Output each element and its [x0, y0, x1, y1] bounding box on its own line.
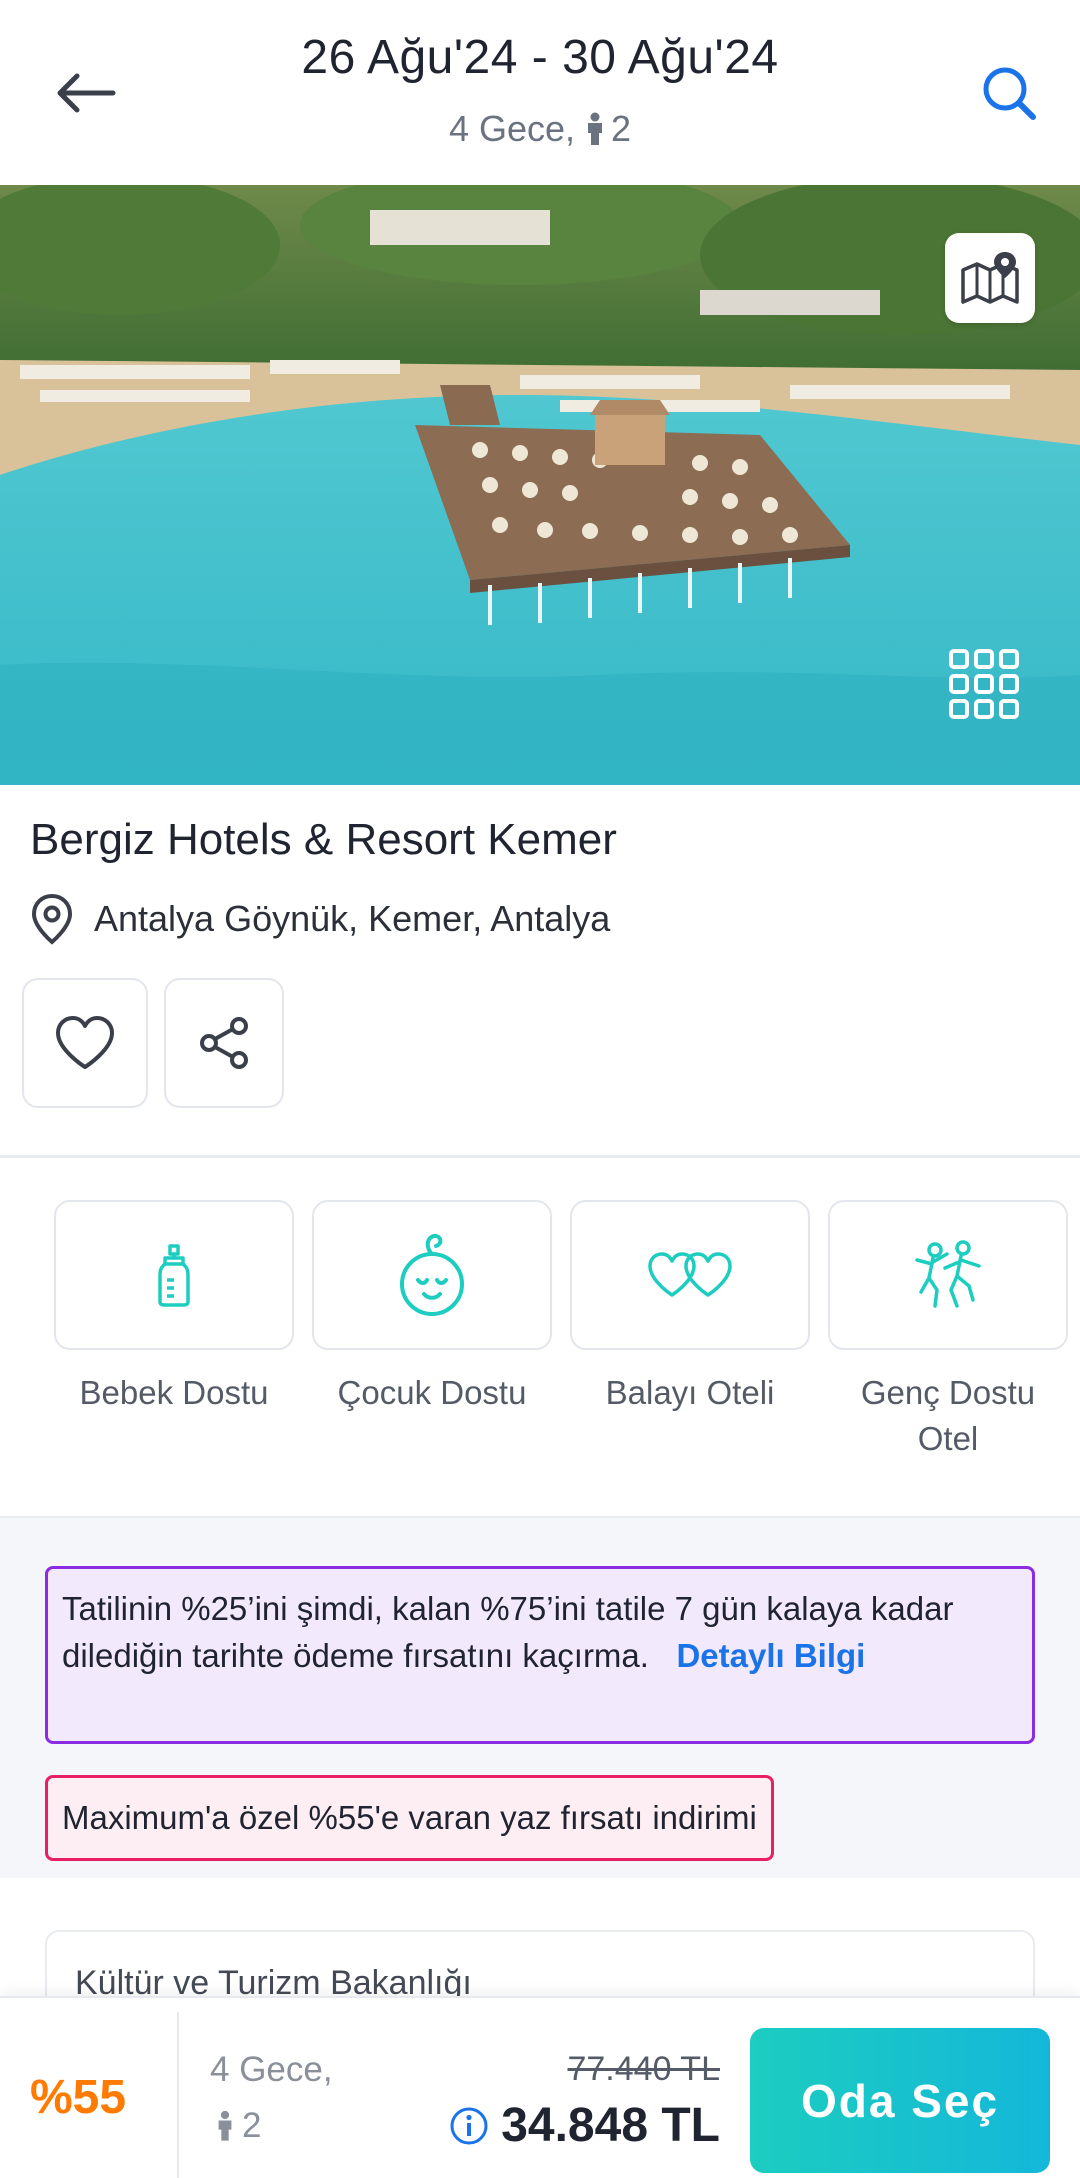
guests-summary: 2: [583, 108, 631, 150]
feature-label: Çocuk Dostu: [337, 1374, 527, 1411]
hotel-photo[interactable]: [0, 185, 1080, 785]
location-pin-icon: [31, 893, 73, 945]
hearts-icon: [648, 1252, 732, 1297]
section-divider: [0, 1155, 1080, 1158]
installment-promo-banner: Tatilinin %25’ini şimdi, kalan %75’ini t…: [45, 1566, 1035, 1744]
map-pin-icon: [961, 252, 1019, 304]
new-price: 34.848 TL: [501, 2099, 720, 2152]
hotel-location[interactable]: Antalya Göynük, Kemer, Antalya: [30, 893, 610, 945]
feature-icon-box: [312, 1200, 552, 1350]
feature-label: Balayı Oteli: [605, 1374, 775, 1411]
hotel-name: Bergiz Hotels & Resort Kemer: [30, 815, 617, 864]
bar-nights: 4 Gece,: [210, 2050, 333, 2089]
feature-icon-box: [828, 1200, 1068, 1350]
discount-promo-banner: Maximum'a özel %55'e varan yaz fırsatı i…: [45, 1775, 774, 1861]
guests-count: 2: [611, 108, 632, 149]
bar-separator: [177, 2012, 179, 2178]
select-room-button[interactable]: Oda Seç: [750, 2028, 1050, 2173]
top-header: 26 Ağu'24 - 30 Ağu'24 4 Gece, 2: [0, 0, 1080, 185]
share-icon: [200, 1017, 248, 1069]
discount-badge: %55: [30, 2071, 127, 2124]
feature-icon-box: [570, 1200, 810, 1350]
old-price: 77.440 TL: [567, 2050, 720, 2088]
resort-aerial-image: [0, 185, 1080, 785]
feature-label: Genç Dostu Otel: [860, 1374, 1036, 1457]
price-display: 34.848 TL: [449, 2098, 720, 2153]
feature-baby-friendly[interactable]: Bebek Dostu: [54, 1200, 294, 1416]
person-icon: [218, 2110, 232, 2141]
date-range[interactable]: 26 Ağu'24 - 30 Ağu'24: [200, 30, 880, 85]
arrow-left-icon: [57, 73, 116, 113]
bar-guests: 2: [214, 2106, 261, 2146]
child-face-icon: [400, 1233, 464, 1316]
feature-youth-friendly[interactable]: Genç Dostu Otel: [828, 1200, 1068, 1462]
stay-summary: 4 Gece, 2: [200, 108, 880, 150]
nights-count: 4 Gece,: [448, 108, 576, 149]
search-icon: [983, 67, 1036, 120]
feature-honeymoon-hotel[interactable]: Balayı Oteli: [570, 1200, 810, 1416]
info-icon[interactable]: [449, 2106, 489, 2146]
baby-bottle-icon: [158, 1244, 190, 1307]
heart-icon: [56, 1016, 114, 1069]
back-button[interactable]: [44, 52, 126, 134]
location-text: Antalya Göynük, Kemer, Antalya: [94, 898, 611, 939]
search-button[interactable]: [968, 52, 1050, 134]
details-link[interactable]: Detaylı Bilgi: [676, 1637, 865, 1674]
map-button[interactable]: [945, 233, 1035, 323]
feature-label: Bebek Dostu: [79, 1374, 269, 1411]
booking-bar: %55 4 Gece, 2 77.440 TL 34.848 TL Oda Se…: [0, 1996, 1080, 2178]
bar-guests-count: 2: [242, 2106, 262, 2145]
dancing-people-icon: [915, 1240, 981, 1308]
feature-child-friendly[interactable]: Çocuk Dostu: [312, 1200, 552, 1416]
feature-icon-box: [54, 1200, 294, 1350]
person-icon: [588, 112, 603, 145]
share-button[interactable]: [164, 978, 284, 1108]
gallery-grid-icon[interactable]: [948, 648, 1020, 720]
favorite-button[interactable]: [22, 978, 148, 1108]
